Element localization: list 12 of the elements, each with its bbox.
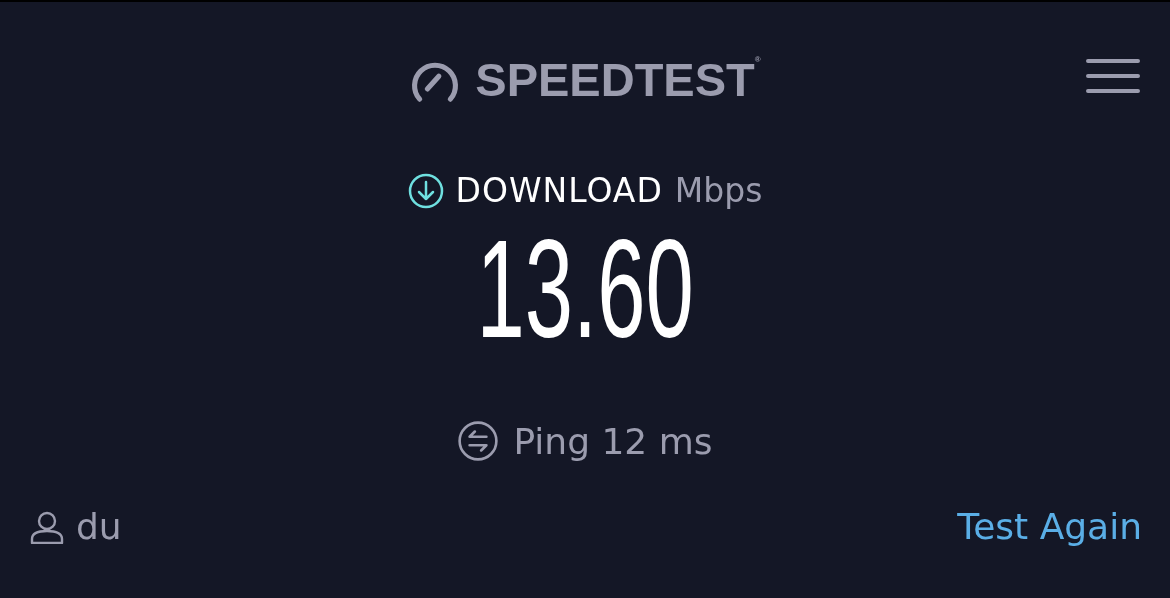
ping-icon xyxy=(457,420,500,462)
logo-text: SPEEDTEST$^{®}$ xyxy=(475,56,761,103)
unit-label: Mbps xyxy=(674,171,763,210)
download-icon xyxy=(407,172,444,209)
menu-icon xyxy=(1086,58,1140,94)
test-again-button[interactable]: Test Again xyxy=(957,506,1142,547)
speed-value: 13.60 xyxy=(476,230,694,348)
user-icon xyxy=(30,509,64,544)
menu-button[interactable] xyxy=(1086,58,1140,94)
download-label: DOWNLOAD xyxy=(455,171,663,210)
provider-name: du xyxy=(76,506,122,547)
ping-text: Ping 12 ms xyxy=(513,420,713,462)
